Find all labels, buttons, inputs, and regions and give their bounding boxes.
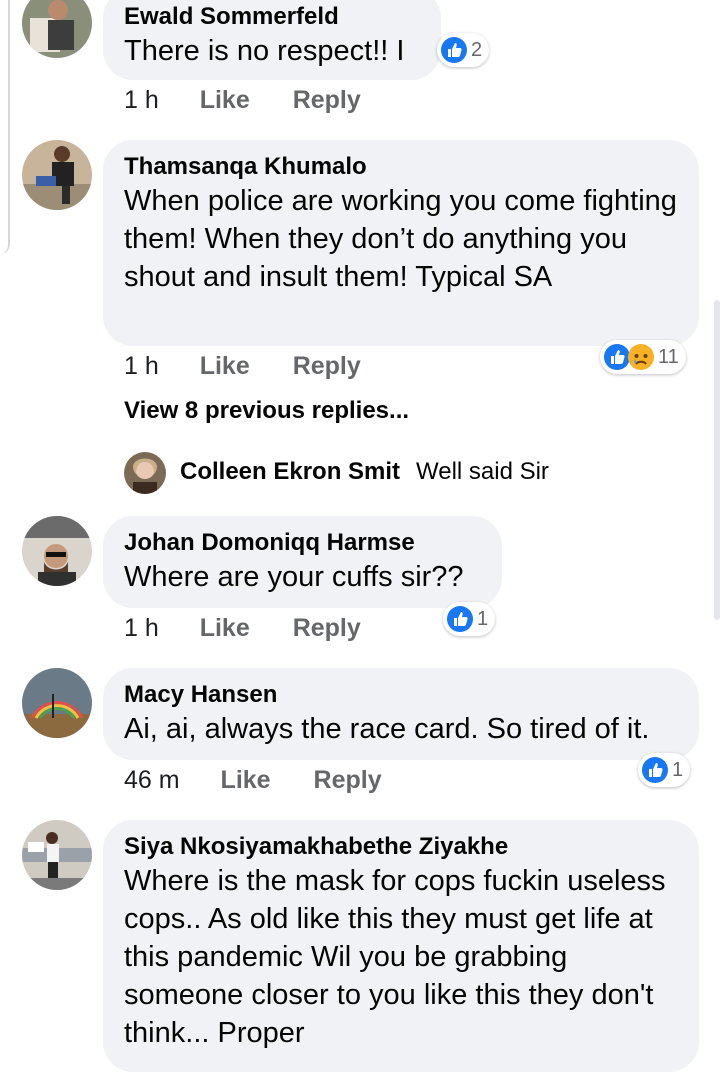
comment-actions: 1 h Like Reply — [124, 614, 361, 643]
reaction-summary[interactable]: 1 — [638, 753, 691, 787]
avatar[interactable] — [22, 820, 92, 890]
avatar[interactable] — [22, 668, 92, 738]
avatar[interactable] — [22, 140, 92, 210]
comment-bubble: Johan Domoniqq Harmse Where are your cuf… — [103, 516, 502, 608]
comment-text: When police are working you come fightin… — [124, 185, 677, 293]
reaction-summary[interactable]: 11 — [600, 340, 686, 374]
comment-actions: 46 m Like Reply — [124, 766, 382, 795]
sad-icon — [627, 343, 655, 371]
comment-bubble: Macy Hansen Ai, ai, always the race card… — [103, 668, 699, 760]
like-button[interactable]: Like — [200, 352, 250, 381]
scrollbar[interactable] — [714, 300, 720, 620]
reply-button[interactable]: Reply — [314, 766, 382, 795]
reply-author[interactable]: Colleen Ekron Smit — [180, 458, 400, 486]
comment-timestamp[interactable]: 1 h — [124, 352, 159, 381]
reply-button[interactable]: Reply — [293, 614, 361, 643]
reply-text: Well said Sir — [416, 458, 549, 485]
comment-author[interactable]: Thamsanqa Khumalo — [124, 152, 677, 182]
reaction-summary[interactable]: 2 — [437, 33, 490, 67]
like-icon — [446, 605, 474, 633]
reaction-count: 1 — [672, 758, 684, 781]
comment-actions: 1 h Like Reply — [124, 352, 361, 381]
like-button[interactable]: Like — [200, 86, 250, 115]
reaction-count: 1 — [477, 607, 489, 630]
comment-author[interactable]: Ewald Sommerfeld — [124, 2, 419, 32]
comment-actions: 1 h Like Reply — [124, 86, 361, 115]
comment-text: Where are your cuffs sir?? — [124, 561, 464, 593]
like-icon — [641, 756, 669, 784]
comment-bubble: Thamsanqa Khumalo When police are workin… — [103, 140, 699, 346]
comment-author[interactable]: Johan Domoniqq Harmse — [124, 528, 480, 558]
reaction-count: 11 — [658, 345, 679, 368]
comment-text: Where is the mask for cops fuckin useles… — [124, 865, 666, 1049]
comment-timestamp[interactable]: 1 h — [124, 614, 159, 643]
avatar[interactable] — [124, 452, 166, 494]
reply-button[interactable]: Reply — [293, 352, 361, 381]
view-previous-replies-link[interactable]: View 8 previous replies... — [124, 397, 409, 425]
comment-text: Ai, ai, always the race card. So tired o… — [124, 713, 650, 745]
reply-button[interactable]: Reply — [293, 86, 361, 115]
comment-text: There is no respect!! I — [124, 35, 405, 67]
like-icon — [440, 36, 468, 64]
reaction-summary[interactable]: 1 — [443, 602, 496, 636]
reaction-count: 2 — [471, 38, 483, 61]
avatar[interactable] — [22, 0, 92, 58]
comment-author[interactable]: Macy Hansen — [124, 680, 677, 710]
comment-timestamp[interactable]: 46 m — [124, 766, 180, 795]
comment-bubble: Siya Nkosiyamakhabethe Ziyakhe Where is … — [103, 820, 699, 1072]
avatar[interactable] — [22, 516, 92, 586]
comment-timestamp[interactable]: 1 h — [124, 86, 159, 115]
comment-bubble: Ewald Sommerfeld There is no respect!! I — [103, 0, 441, 80]
like-button[interactable]: Like — [221, 766, 271, 795]
thread-connector-line — [0, 0, 10, 254]
comment-author[interactable]: Siya Nkosiyamakhabethe Ziyakhe — [124, 832, 677, 862]
like-button[interactable]: Like — [200, 614, 250, 643]
